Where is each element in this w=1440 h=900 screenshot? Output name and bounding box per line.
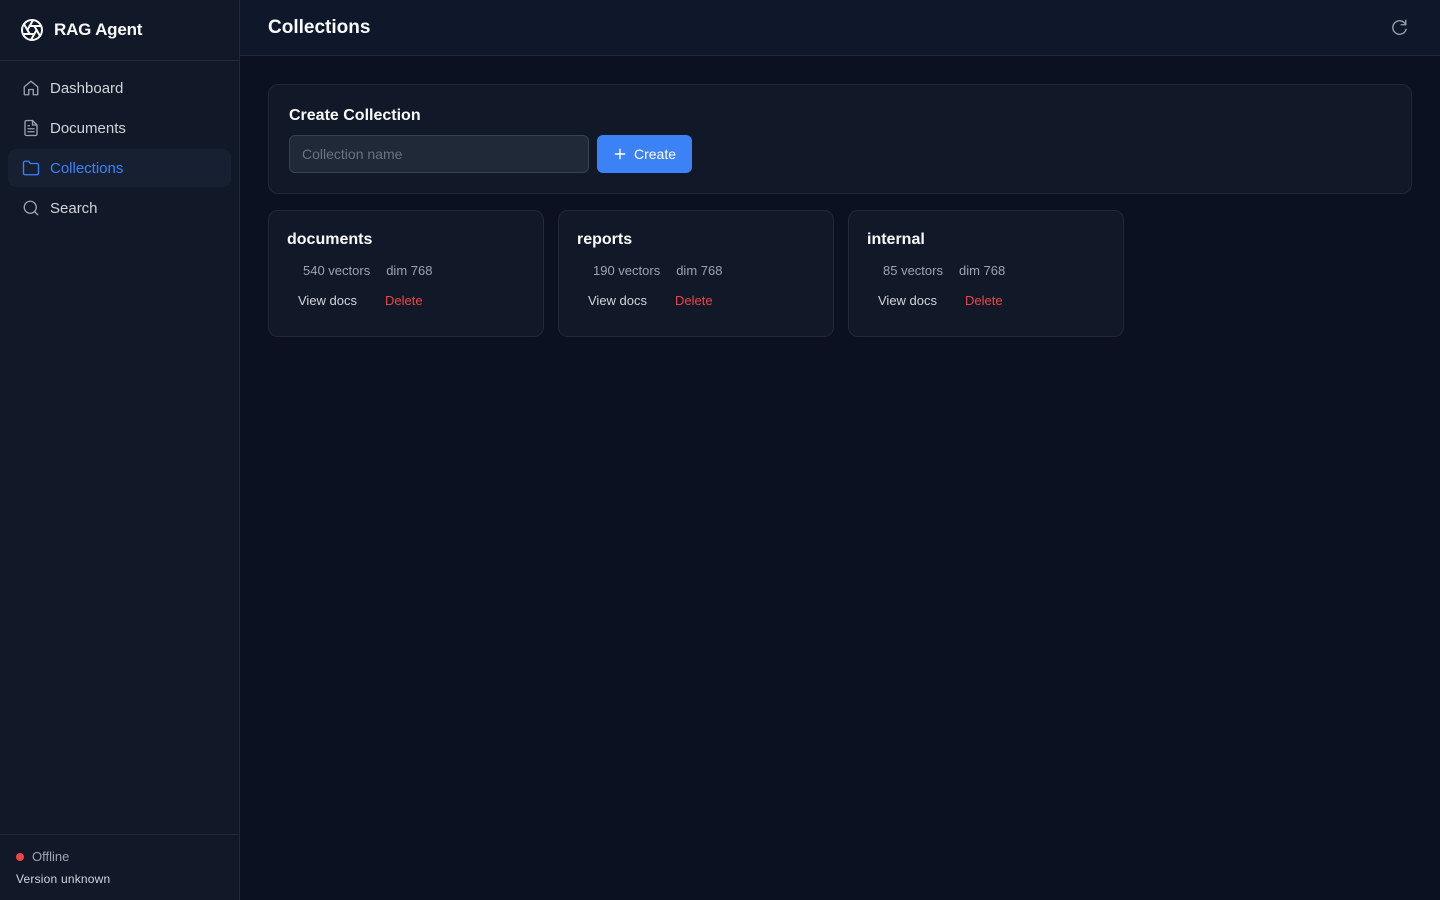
collection-name: documents bbox=[287, 231, 373, 248]
sidebar-item-search[interactable]: Search bbox=[8, 189, 231, 227]
vector-count: 540 vectors bbox=[303, 263, 371, 278]
collection-card: internal 85 vectors dim 768 View docs De… bbox=[848, 210, 1124, 337]
delete-button[interactable]: Delete bbox=[385, 293, 423, 308]
create-collection-card: Create Collection Create bbox=[268, 84, 1412, 194]
collection-meta: 540 vectors dim 768 bbox=[287, 263, 525, 278]
create-collection-form: Create bbox=[289, 135, 1391, 173]
sidebar-item-dashboard[interactable]: Dashboard bbox=[8, 69, 231, 107]
content: Create Collection Create bbox=[240, 56, 1440, 365]
page-title: Collections bbox=[268, 16, 371, 38]
sidebar-item-documents[interactable]: Documents bbox=[8, 109, 231, 147]
vector-count: 85 vectors bbox=[883, 263, 943, 278]
view-docs-button[interactable]: View docs bbox=[878, 293, 937, 308]
app-root: RAG Agent Dashboard Documents Collection… bbox=[0, 0, 1440, 900]
collection-name: reports bbox=[577, 231, 633, 248]
connection-status: Offline bbox=[16, 849, 223, 864]
create-collection-title: Create Collection bbox=[289, 107, 421, 124]
sidebar-item-label: Documents bbox=[50, 119, 126, 137]
delete-button[interactable]: Delete bbox=[965, 293, 1003, 308]
sidebar-nav: Dashboard Documents Collections Search bbox=[0, 61, 239, 235]
sidebar-footer: Offline Version unknown bbox=[0, 834, 239, 900]
vector-count: 190 vectors bbox=[593, 263, 661, 278]
delete-button[interactable]: Delete bbox=[675, 293, 713, 308]
dimension: dim 768 bbox=[676, 263, 723, 278]
refresh-button[interactable] bbox=[1390, 18, 1410, 38]
aperture-logo-icon bbox=[20, 18, 44, 42]
status-dot-icon bbox=[16, 852, 24, 861]
create-button[interactable]: Create bbox=[597, 135, 692, 173]
version-text: Version unknown bbox=[16, 872, 111, 886]
app-title: RAG Agent bbox=[54, 20, 143, 39]
view-docs-button[interactable]: View docs bbox=[588, 293, 647, 308]
refresh-icon bbox=[1392, 19, 1407, 35]
create-button-label: Create bbox=[633, 146, 677, 162]
view-docs-button[interactable]: View docs bbox=[298, 293, 357, 308]
plus-icon bbox=[613, 147, 627, 161]
sidebar-item-label: Search bbox=[50, 199, 98, 217]
sidebar: RAG Agent Dashboard Documents Collection… bbox=[0, 0, 240, 900]
topbar: Collections bbox=[240, 0, 1440, 56]
collection-meta: 85 vectors dim 768 bbox=[867, 263, 1105, 278]
search-icon bbox=[22, 199, 40, 217]
sidebar-item-label: Dashboard bbox=[50, 79, 124, 97]
collection-card: reports 190 vectors dim 768 View docs De… bbox=[558, 210, 834, 337]
file-text-icon bbox=[22, 119, 40, 137]
collection-meta: 190 vectors dim 768 bbox=[577, 263, 815, 278]
dimension: dim 768 bbox=[958, 263, 1006, 278]
sidebar-item-collections[interactable]: Collections bbox=[8, 149, 231, 187]
main-area: Collections Create Collection Collection… bbox=[240, 0, 1440, 900]
collection-name: internal bbox=[867, 231, 925, 248]
collection-actions: View docs Delete bbox=[577, 293, 815, 308]
home-icon bbox=[22, 79, 40, 97]
status-text: Offline bbox=[32, 849, 70, 864]
collection-actions: View docs Delete bbox=[287, 293, 525, 308]
collection-name-input[interactable] bbox=[289, 135, 589, 173]
dimension: dim 768 bbox=[386, 263, 433, 278]
collection-card: documents 540 vectors dim 768 View docs … bbox=[268, 210, 544, 337]
sidebar-item-label: Collections bbox=[50, 159, 124, 177]
brand[interactable]: RAG Agent bbox=[0, 0, 239, 61]
collections-list: documents 540 vectors dim 768 View docs … bbox=[268, 210, 1412, 337]
collection-actions: View docs Delete bbox=[867, 293, 1105, 308]
folder-icon bbox=[22, 159, 40, 177]
